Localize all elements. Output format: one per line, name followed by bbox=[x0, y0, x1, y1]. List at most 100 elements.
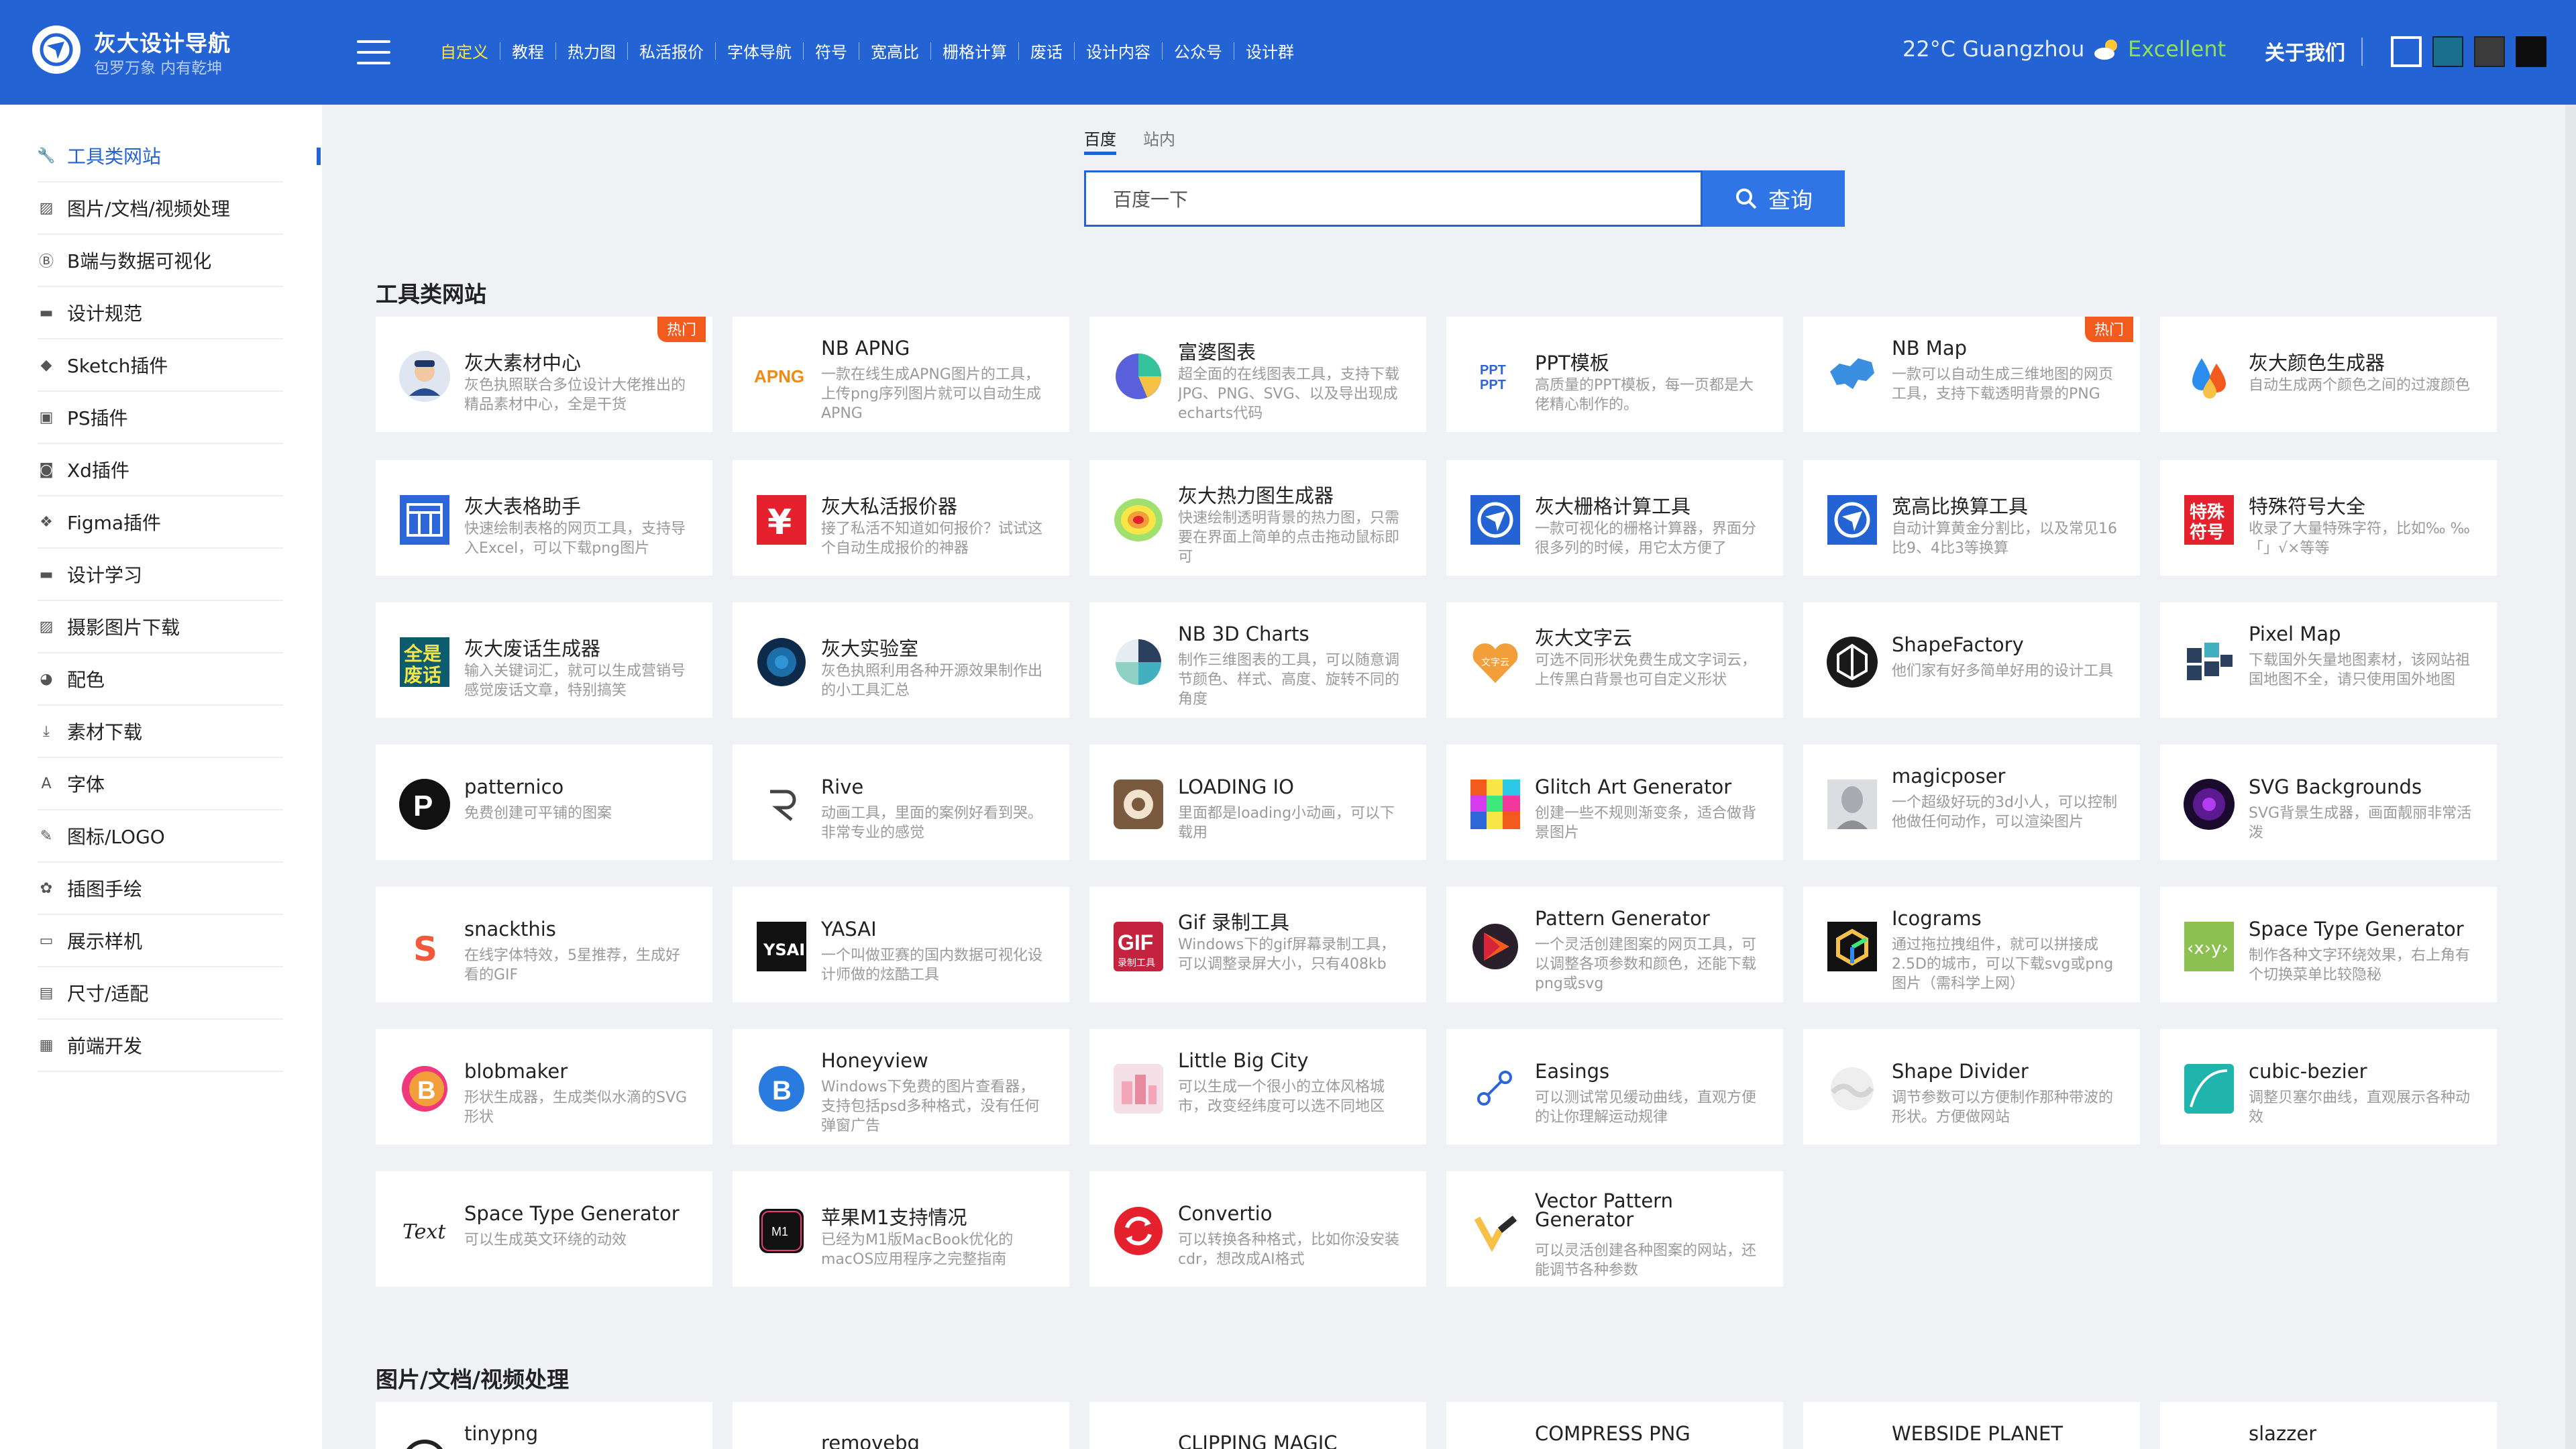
sidebar-item-figma[interactable]: ❖ Figma插件 bbox=[38, 496, 283, 549]
tool-card[interactable]: 特殊 符号 特殊符号大全 收录了大量特殊字符，比如‰ ‰「」√×等等 bbox=[2160, 460, 2497, 576]
sidebar-item-media[interactable]: ▨ 图片/文档/视频处理 bbox=[38, 182, 283, 235]
tool-card[interactable]: P patternico 免费创建可平铺的图案 bbox=[376, 745, 712, 860]
nav-design-group[interactable]: 设计群 bbox=[1234, 39, 1305, 62]
tool-card[interactable]: Rive 动画工具，里面的案例好看到哭。非常专业的感觉 bbox=[733, 745, 1069, 860]
nav-tutorial[interactable]: 教程 bbox=[500, 39, 555, 62]
sidebar-item-fonts[interactable]: A 字体 bbox=[38, 758, 283, 810]
theme-swatch-gray[interactable] bbox=[2474, 36, 2505, 67]
tool-card[interactable]: LOADING IO 里面都是loading小动画，可以下载用 bbox=[1089, 745, 1426, 860]
image-icon: ▨ bbox=[39, 199, 54, 217]
tool-card[interactable]: Pattern Generator 一个灵活创建图案的网页工具，可以调整各项参数… bbox=[1446, 887, 1783, 1002]
tool-card[interactable]: 灰大表格助手 快速绘制表格的网页工具，支持导入Excel，可以下载png图片 bbox=[376, 460, 712, 576]
tool-card[interactable]: 热门 灰大素材中心 灰色执照联合多位设计大佬推出的精品素材中心，全是干货 bbox=[376, 317, 712, 432]
tool-card[interactable]: B Honeyview Windows下免费的图片查看器，支持包括psd多种格式… bbox=[733, 1029, 1069, 1144]
search-tab-site[interactable]: 站内 bbox=[1143, 126, 1175, 150]
tool-card[interactable]: APNG NB APNG 一款在线生成APNG图片的工具，上传png序列图片就可… bbox=[733, 317, 1069, 432]
about-link[interactable]: 关于我们 bbox=[2265, 36, 2345, 66]
tool-card[interactable]: S snackthis 在线字体特效，5星推荐，生成好看的GIF bbox=[376, 887, 712, 1002]
tool-card[interactable]: 文字云 灰大文字云 可选不同形状免费生成文字词云，上传黑白背景也可自定义形状 bbox=[1446, 602, 1783, 718]
sidebar-item-sizes[interactable]: ▤ 尺寸/适配 bbox=[38, 967, 283, 1020]
tool-card[interactable]: Easings 可以测试常见缓动曲线，直观方便的让你理解运动规律 bbox=[1446, 1029, 1783, 1144]
tool-card[interactable]: ¥ 灰大私活报价器 接了私活不知道如何报价？试试这个自动生成报价的神器 bbox=[733, 460, 1069, 576]
card-desc: 自动计算黄金分割比，以及常见16比9、4比3等换算 bbox=[1892, 521, 2117, 557]
tool-card[interactable]: M1 苹果M1支持情况 已经为M1版MacBook优化的macOS应用程序之完整… bbox=[733, 1171, 1069, 1287]
tool-card[interactable]: Little Big City 可以生成一个很小的立体风格城市，改变经纬度可以选… bbox=[1089, 1029, 1426, 1144]
nav-aspect-ratio[interactable]: 宽高比 bbox=[859, 39, 930, 62]
site-title[interactable]: 灰大设计导航 bbox=[94, 25, 231, 58]
nav-symbols[interactable]: 符号 bbox=[804, 39, 859, 62]
sidebar-item-illustration[interactable]: ✿ 插图手绘 bbox=[38, 863, 283, 915]
tool-card[interactable]: Glitch Art Generator 创建一些不规则渐变条，适合做背景图片 bbox=[1446, 745, 1783, 860]
nav-fonts[interactable]: 字体导航 bbox=[716, 39, 803, 62]
sidebar-item-sketch[interactable]: ◆ Sketch插件 bbox=[38, 339, 283, 392]
sidebar-item-photos[interactable]: ▨ 摄影图片下载 bbox=[38, 601, 283, 653]
tool-card[interactable]: 灰大实验室 灰色执照利用各种开源效果制作出的小工具汇总 bbox=[733, 602, 1069, 718]
theme-swatch-white[interactable] bbox=[2391, 36, 2422, 67]
sidebar-item-assets[interactable]: ⤓ 素材下载 bbox=[38, 706, 283, 758]
tool-card[interactable]: GIF 录制工具 Gif 录制工具 Windows下的gif屏幕录制工具，可以调整… bbox=[1089, 887, 1426, 1002]
tool-card[interactable]: removebg bbox=[733, 1402, 1069, 1449]
font-icon: A bbox=[41, 775, 52, 792]
tool-card[interactable]: 宽高比换算工具 自动计算黄金分割比，以及常见16比9、4比3等换算 bbox=[1803, 460, 2140, 576]
logo-icon[interactable] bbox=[32, 25, 80, 74]
tool-card[interactable]: magicposer 一个超级好玩的3d小人，可以控制他做任何动作，可以渲染图片 bbox=[1803, 745, 2140, 860]
tool-card[interactable]: 富婆图表 超全面的在线图表工具，支持下载JPG、PNG、SVG、以及导出现成ec… bbox=[1089, 317, 1426, 432]
removebg-icon bbox=[754, 1434, 809, 1449]
weather-widget: 22°C Guangzhou bbox=[1902, 36, 2122, 62]
tool-card[interactable]: Pixel Map 下载国外矢量地图素材，该网站祖国地图不全，请只使用国外地图 bbox=[2160, 602, 2497, 718]
search-button[interactable]: 查询 bbox=[1703, 170, 1845, 227]
b-badge-icon: Ⓑ bbox=[38, 254, 54, 270]
nav-custom[interactable]: 自定义 bbox=[440, 39, 500, 62]
tool-card[interactable]: ShapeFactory 他们家有好多简单好用的设计工具 bbox=[1803, 602, 2140, 718]
tool-card[interactable]: cubic-bezier 调整贝塞尔曲线，直观展示各种动效 bbox=[2160, 1029, 2497, 1144]
card-title: removebg bbox=[821, 1432, 920, 1449]
tool-card[interactable]: Vector Pattern Generator 可以灵活创建各种图案的网站，还… bbox=[1446, 1171, 1783, 1287]
sidebar-item-label: B端与数据可视化 bbox=[67, 250, 212, 272]
nav-quote[interactable]: 私活报价 bbox=[628, 39, 715, 62]
tool-card[interactable]: Icograms 通过拖拉拽组件，就可以拼接成2.5D的城市，可以下载svg或p… bbox=[1803, 887, 2140, 1002]
tool-card[interactable]: NB 3D Charts 制作三维图表的工具，可以随意调节颜色、样式、高度、旋转… bbox=[1089, 602, 1426, 718]
tool-card[interactable]: 灰大颜色生成器 自动生成两个颜色之间的过渡颜色 bbox=[2160, 317, 2497, 432]
tool-card[interactable]: CLIPPING MAGIC bbox=[1089, 1402, 1426, 1449]
search-input[interactable]: 百度一下 bbox=[1084, 170, 1703, 227]
tool-card[interactable]: ‹x›y› Space Type Generator 制作各种文字环绕效果，右上… bbox=[2160, 887, 2497, 1002]
search-tab-baidu[interactable]: 百度 bbox=[1084, 126, 1116, 150]
tool-card[interactable]: tinypng bbox=[376, 1402, 712, 1449]
sidebar-item-spec[interactable]: ▬ 设计规范 bbox=[38, 287, 283, 339]
sidebar-item-colors[interactable]: ◕ 配色 bbox=[38, 653, 283, 706]
tool-card[interactable]: WEBSIDE PLANET bbox=[1803, 1402, 2140, 1449]
tool-card[interactable]: PPT PPT PPT模板 高质量的PPT模板，每一页都是大佬精心制作的。 bbox=[1446, 317, 1783, 432]
sidebar-item-icons[interactable]: ✎ 图标/LOGO bbox=[38, 810, 283, 863]
tool-card[interactable]: Text Space Type Generator 可以生成英文环绕的动效 bbox=[376, 1171, 712, 1287]
category-sidebar: 🔧 工具类网站 ▨ 图片/文档/视频处理 Ⓑ B端与数据可视化 ▬ 设计规范 ◆ Sket… bbox=[0, 105, 322, 1449]
tool-card[interactable]: 全是 废话 灰大废话生成器 输入关键词汇，就可以生成营销号感觉废话文章，特别搞笑 bbox=[376, 602, 712, 718]
theme-swatch-teal[interactable] bbox=[2432, 36, 2463, 67]
tool-card[interactable]: B blobmaker 形状生成器，生成类似水滴的SVG形状 bbox=[376, 1029, 712, 1144]
nav-nonsense[interactable]: 废话 bbox=[1019, 39, 1074, 62]
tool-card[interactable]: YSAI YASAI 一个叫做亚赛的国内数据可视化设计师做的炫酷工具 bbox=[733, 887, 1069, 1002]
page-scrollbar[interactable] bbox=[2565, 105, 2576, 1449]
tool-card[interactable]: slazzer bbox=[2160, 1402, 2497, 1449]
sidebar-item-ps[interactable]: ▣ PS插件 bbox=[38, 392, 283, 444]
nav-wechat[interactable]: 公众号 bbox=[1163, 39, 1234, 62]
sidebar-item-mockups[interactable]: ▭ 展示样机 bbox=[38, 915, 283, 967]
sidebar-item-xd[interactable]: ◙ Xd插件 bbox=[38, 444, 283, 496]
card-title: Convertio bbox=[1178, 1202, 1273, 1225]
tool-card[interactable]: SVG Backgrounds SVG背景生成器，画面靓丽非常活泼 bbox=[2160, 745, 2497, 860]
tool-card[interactable]: 热门 NB Map 一款可以自动生成三维地图的网页工具，支持下载透明背景的PNG bbox=[1803, 317, 2140, 432]
tool-card[interactable]: COMPRESS PNG bbox=[1446, 1402, 1783, 1449]
tool-card[interactable]: Shape Divider 调节参数可以方便制作那种带波的形状。方便做网站 bbox=[1803, 1029, 2140, 1144]
sidebar-item-frontend[interactable]: ▦ 前端开发 bbox=[38, 1020, 283, 1072]
sidebar-item-study[interactable]: ▬ 设计学习 bbox=[38, 549, 283, 601]
tool-card[interactable]: 灰大栅格计算工具 一款可视化的栅格计算器，界面分很多列的时候，用它太方便了 bbox=[1446, 460, 1783, 576]
tool-card[interactable]: 灰大热力图生成器 快速绘制透明背景的热力图，只需要在界面上简单的点击拖动鼠标即可 bbox=[1089, 460, 1426, 576]
nav-grid-calc[interactable]: 栅格计算 bbox=[931, 39, 1018, 62]
nav-design-content[interactable]: 设计内容 bbox=[1075, 39, 1162, 62]
tool-card[interactable]: Convertio 可以转换各种格式，比如你没安装cdr，想改成AI格式 bbox=[1089, 1171, 1426, 1287]
card-title: 灰大实验室 bbox=[821, 637, 919, 660]
sidebar-item-dataviz[interactable]: Ⓑ B端与数据可视化 bbox=[38, 235, 283, 287]
theme-swatch-black[interactable] bbox=[2516, 36, 2546, 67]
nav-heatmap[interactable]: 热力图 bbox=[556, 39, 627, 62]
menu-toggle-icon[interactable] bbox=[357, 40, 390, 64]
sidebar-item-tools[interactable]: 🔧 工具类网站 bbox=[37, 130, 283, 182]
